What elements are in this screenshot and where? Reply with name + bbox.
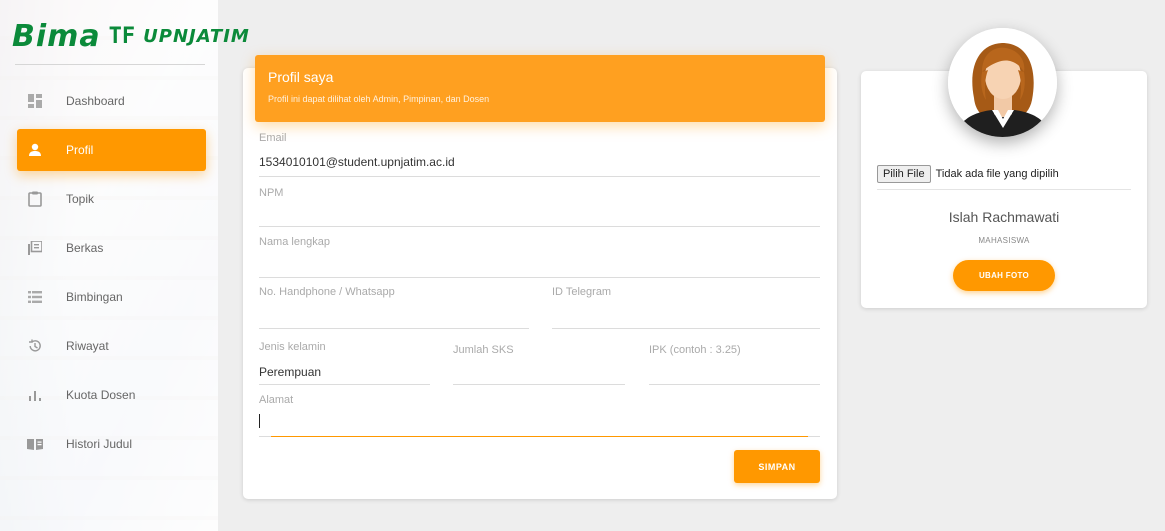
gender-value: Perempuan — [259, 365, 322, 379]
brand-logo[interactable]: Bima TF UPNJATIM — [12, 18, 250, 54]
sidebar-item-topik[interactable]: Topik — [17, 178, 206, 220]
sidebar-item-dashboard[interactable]: Dashboard — [17, 80, 206, 122]
alamat-field[interactable]: Alamat — [259, 394, 820, 438]
clipboard-icon — [27, 191, 43, 207]
alamat-focus-underline — [271, 436, 808, 437]
library-books-icon — [27, 240, 43, 256]
sidebar-item-label: Riwayat — [66, 339, 109, 353]
sidebar-item-profil[interactable]: Profil — [17, 129, 206, 171]
sidebar-item-label: Histori Judul — [66, 437, 133, 451]
email-field[interactable]: Email 1534010101@student.upnjatim.ac.id — [259, 132, 820, 177]
brand-mark: TF — [108, 23, 136, 49]
alamat-label: Alamat — [259, 394, 294, 406]
email-value: 1534010101@student.upnjatim.ac.id — [259, 155, 455, 169]
nama-lengkap-label: Nama lengkap — [259, 236, 330, 248]
ipk-field[interactable]: IPK (contoh : 3.25) — [649, 344, 820, 385]
telegram-field[interactable]: ID Telegram — [552, 286, 820, 329]
sidebar-item-riwayat[interactable]: Riwayat — [17, 325, 206, 367]
save-button[interactable]: SIMPAN — [734, 450, 820, 483]
user-role: MAHASISWA — [978, 236, 1030, 245]
sidebar-divider — [15, 64, 205, 65]
sidebar-item-bimbingan[interactable]: Bimbingan — [17, 276, 206, 318]
file-status: Tidak ada file yang dipilih — [935, 168, 1059, 180]
brand-name: Bima — [12, 18, 101, 54]
npm-label: NPM — [259, 187, 284, 199]
sidebar-item-label: Berkas — [66, 241, 104, 255]
jumlah-sks-field[interactable]: Jumlah SKS — [453, 344, 625, 385]
choose-file-button[interactable]: Pilih File — [877, 165, 931, 183]
sidebar-item-berkas[interactable]: Berkas — [17, 227, 206, 269]
file-input[interactable]: Pilih File Tidak ada file yang dipilih — [877, 165, 1059, 183]
jumlah-sks-label: Jumlah SKS — [453, 344, 514, 356]
change-photo-button[interactable]: UBAH FOTO — [953, 260, 1055, 291]
list-icon — [27, 289, 43, 305]
person-icon — [27, 142, 43, 158]
history-icon — [27, 338, 43, 354]
bar-chart-icon — [27, 387, 43, 403]
side-card-divider — [877, 189, 1131, 190]
telegram-label: ID Telegram — [552, 286, 612, 298]
phone-label: No. Handphone / Whatsapp — [259, 286, 395, 298]
npm-field[interactable]: NPM — [259, 187, 820, 227]
gender-field[interactable]: Jenis kelamin Perempuan — [259, 341, 430, 385]
book-icon — [27, 436, 43, 452]
ipk-label: IPK (contoh : 3.25) — [649, 344, 741, 356]
user-name: Islah Rachmawati — [948, 209, 1060, 225]
brand-org: UPNJATIM — [143, 25, 250, 47]
sidebar-item-kuota-dosen[interactable]: Kuota Dosen — [17, 374, 206, 416]
sidebar-item-label: Dashboard — [66, 94, 125, 108]
dashboard-icon — [27, 93, 43, 109]
avatar — [948, 28, 1057, 137]
sidebar-item-label: Topik — [66, 192, 95, 206]
profile-card-header: Profil saya Profil ini dapat dilihat ole… — [255, 55, 825, 122]
sidebar-item-label: Bimbingan — [66, 290, 123, 304]
gender-label: Jenis kelamin — [259, 341, 326, 353]
text-cursor — [259, 414, 260, 428]
sidebar-item-label: Kuota Dosen — [66, 388, 136, 402]
email-label: Email — [259, 132, 287, 144]
sidebar-nav: Dashboard Profil Topik Berkas Bimbingan … — [17, 80, 206, 472]
phone-field[interactable]: No. Handphone / Whatsapp — [259, 286, 529, 329]
card-title: Profil saya — [268, 69, 334, 85]
nama-lengkap-field[interactable]: Nama lengkap — [259, 236, 820, 278]
sidebar-item-histori-judul[interactable]: Histori Judul — [17, 423, 206, 465]
sidebar-item-label: Profil — [66, 143, 94, 157]
card-subtitle: Profil ini dapat dilihat oleh Admin, Pim… — [268, 94, 490, 104]
